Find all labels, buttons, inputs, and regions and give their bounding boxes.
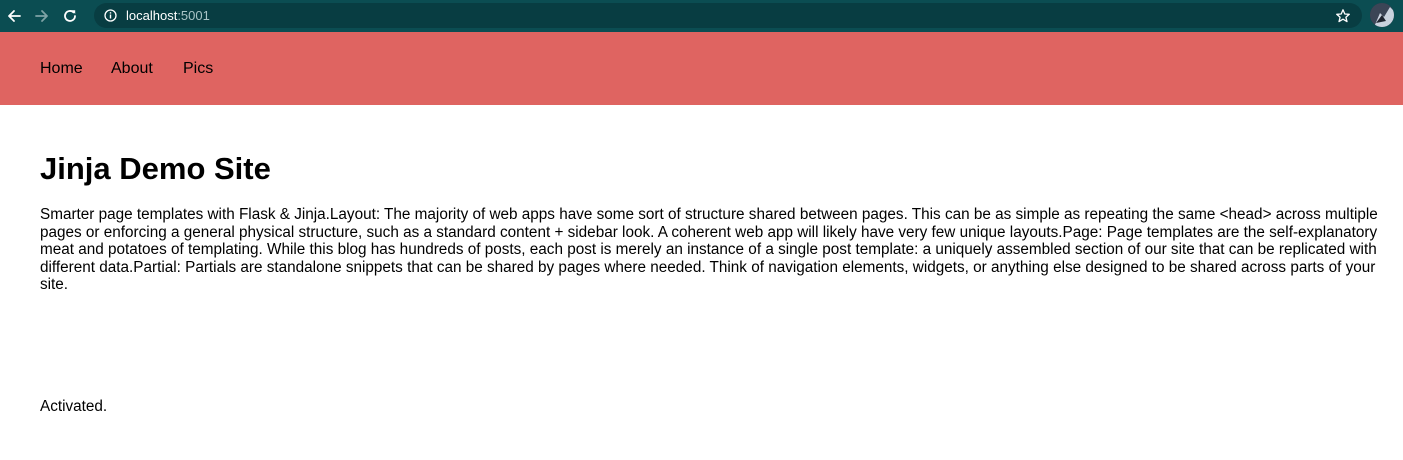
nav-link-pics[interactable]: Pics — [183, 60, 213, 78]
browser-toolbar: localhost:5001 — [0, 0, 1403, 32]
address-bar[interactable]: localhost:5001 — [94, 3, 1362, 28]
nav-link-about[interactable]: About — [111, 60, 153, 78]
forward-arrow-icon[interactable] — [28, 2, 56, 30]
page-title: Jinja Demo Site — [40, 151, 271, 186]
back-arrow-icon[interactable] — [0, 2, 28, 30]
reload-icon[interactable] — [56, 2, 84, 30]
avatar[interactable] — [1370, 3, 1394, 27]
site-navigation: Home About Pics — [0, 32, 1403, 105]
url-host: localhost — [126, 8, 178, 23]
intro-paragraph: Smarter page templates with Flask & Jinj… — [40, 206, 1378, 293]
info-icon[interactable] — [104, 9, 117, 22]
nav-link-home[interactable]: Home — [40, 60, 83, 78]
star-icon[interactable] — [1331, 4, 1355, 28]
url-port: :5001 — [177, 8, 210, 23]
status-text: Activated. — [40, 398, 108, 415]
